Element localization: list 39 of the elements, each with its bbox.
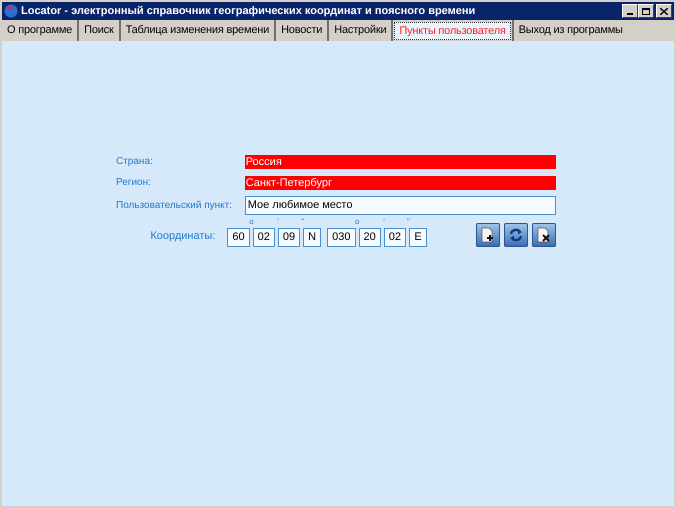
refresh-button[interactable]	[504, 223, 528, 247]
close-button[interactable]	[656, 4, 672, 18]
tab[interactable]: Выход из программы	[514, 22, 627, 40]
maximize-button[interactable]	[638, 4, 654, 18]
field-label: Пользовательский пункт:	[116, 199, 234, 213]
tab[interactable]: Новости	[277, 22, 326, 40]
tab[interactable]: О программе	[3, 22, 76, 40]
coordinate-field[interactable]: 02	[252, 228, 275, 247]
coordinate-field[interactable]: 60	[227, 228, 250, 247]
input-field[interactable]: Мое любимое место	[244, 196, 556, 215]
value-field: Россия	[244, 154, 556, 168]
unit-mark: '	[277, 218, 279, 226]
tab[interactable]: Настройки	[330, 22, 390, 40]
tab[interactable]: Поиск	[80, 22, 118, 40]
unit-mark: o	[249, 218, 254, 226]
window-title: Locator - электронный справочник географических координат и поясного времени	[21, 4, 476, 19]
unit-mark: ''	[301, 218, 304, 226]
coordinate-field[interactable]: 030	[327, 228, 356, 247]
globe-icon	[4, 4, 18, 18]
field-label: Страна:	[116, 155, 154, 169]
document-plus-icon	[480, 227, 496, 243]
close-icon	[660, 8, 668, 14]
coordinate-field[interactable]: 09	[278, 228, 300, 247]
unit-mark: '	[383, 218, 385, 226]
add-document-button[interactable]	[476, 223, 500, 247]
coordinate-field[interactable]: 20	[358, 228, 381, 247]
coordinate-field[interactable]: E	[409, 228, 427, 247]
delete-document-button[interactable]	[532, 223, 556, 247]
document-cross-icon	[536, 227, 552, 243]
unit-mark: ''	[406, 218, 410, 226]
coordinate-field[interactable]: N	[303, 228, 322, 247]
minimize-button[interactable]	[622, 4, 638, 18]
value-field: Санкт-Петербург	[244, 176, 556, 190]
refresh-arrows-icon	[508, 227, 524, 243]
tab[interactable]: Таблица изменения времени	[122, 22, 274, 40]
unit-mark: o	[355, 218, 360, 226]
field-label: Регион:	[116, 176, 152, 190]
field-label: Координаты:	[149, 228, 216, 244]
coordinate-field[interactable]: 02	[384, 228, 406, 247]
